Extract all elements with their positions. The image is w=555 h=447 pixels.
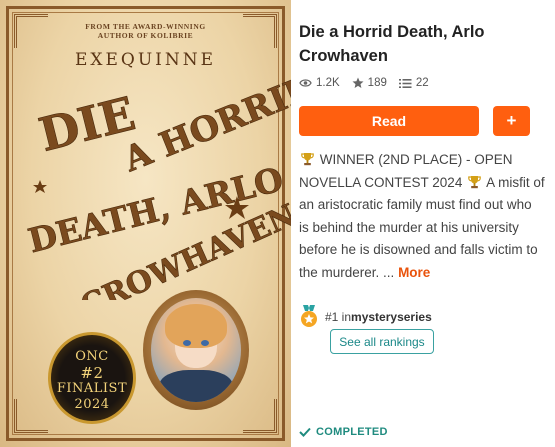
cover-title-art: DIE A HORRID DEATH, ARLO CROWHAVEN bbox=[24, 70, 291, 300]
list-icon bbox=[398, 78, 412, 88]
portrait-eye bbox=[201, 340, 209, 346]
contest-finalist-badge: ONC #2 FINALIST 2024 bbox=[48, 332, 136, 424]
votes-count: 189 bbox=[367, 77, 387, 89]
book-cover[interactable]: From the Award-Winning Author of Kolibri… bbox=[0, 0, 291, 447]
badge-line: ONC bbox=[75, 349, 109, 364]
badge-line: 2024 bbox=[74, 397, 110, 412]
cover-ornament bbox=[14, 399, 48, 433]
parts-stat: 22 bbox=[398, 77, 429, 89]
star-icon bbox=[352, 77, 364, 88]
ranking-tag[interactable]: mysteryseries bbox=[351, 310, 432, 324]
cover-tagline: From the Award-Winning Author of Kolibri… bbox=[0, 22, 291, 41]
votes-stat: 189 bbox=[352, 77, 387, 89]
medal-icon bbox=[301, 305, 317, 327]
more-link[interactable]: More bbox=[398, 265, 430, 280]
ranking-prefix: #1 in bbox=[325, 310, 352, 324]
book-stats: 1.2K 189 22 bbox=[299, 77, 441, 89]
checkmark-icon bbox=[299, 427, 311, 437]
eye-icon bbox=[299, 79, 312, 87]
see-all-rankings-button[interactable]: See all rankings bbox=[330, 329, 434, 354]
portrait-character bbox=[151, 298, 241, 402]
badge-line: FINALIST bbox=[56, 381, 128, 396]
add-to-library-button[interactable]: + bbox=[493, 106, 530, 136]
trophy-icon bbox=[301, 153, 314, 166]
portrait-hair bbox=[165, 304, 227, 348]
portrait-coat bbox=[159, 370, 233, 402]
cover-tagline-line: From the Award-Winning bbox=[85, 22, 206, 31]
book-description: WINNER (2ND PLACE) - OPEN NOVELLA CONTES… bbox=[299, 149, 545, 284]
book-title[interactable]: Die a Horrid Death, Arlo Crowhaven bbox=[299, 20, 549, 68]
reads-stat: 1.2K bbox=[299, 77, 340, 89]
portrait-eye bbox=[183, 340, 191, 346]
parts-count: 22 bbox=[415, 77, 429, 89]
completion-status: COMPLETED bbox=[299, 426, 388, 438]
cover-author: EXEQUINNE bbox=[74, 50, 217, 70]
star-ornament-icon bbox=[33, 180, 47, 193]
ranking-row: #1 in mysteryseries bbox=[299, 305, 432, 329]
read-button[interactable]: Read bbox=[299, 106, 479, 136]
cover-tagline-line: Author of Kolibrie bbox=[97, 31, 194, 41]
status-label: COMPLETED bbox=[316, 426, 388, 438]
badge-line: #2 bbox=[80, 364, 104, 382]
cover-ornament bbox=[243, 399, 277, 433]
trophy-icon bbox=[468, 175, 481, 188]
ranking-section: #1 in mysteryseries See all rankings bbox=[299, 305, 434, 354]
cover-portrait bbox=[143, 290, 249, 410]
reads-count: 1.2K bbox=[316, 77, 340, 89]
